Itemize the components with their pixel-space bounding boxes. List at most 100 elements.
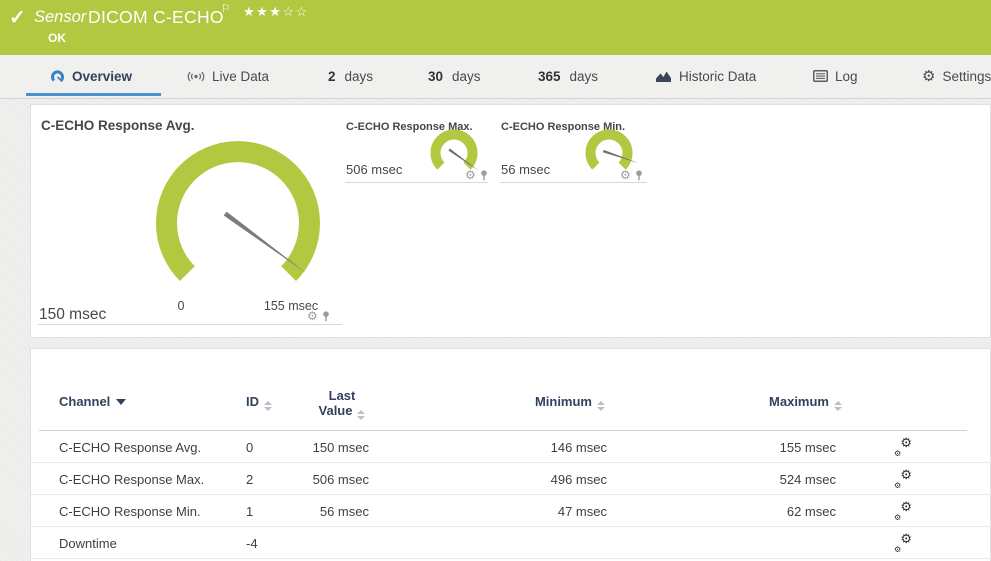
table-row[interactable]: C-ECHO Response Avg. 0 150 msec 146 msec… [31,431,991,463]
gauge-min-actions[interactable]: ⚙ [620,169,643,181]
column-header-minimum[interactable]: Minimum [455,394,605,411]
gauge-avg-value: 150 msec [39,306,106,324]
table-row[interactable]: C-ECHO Response Max. 2 506 msec 496 msec… [31,463,991,495]
cell-maximum: 62 msec [686,504,836,519]
sensor-title: DICOM C-ECHO [88,7,224,28]
sensor-header: ✓ Sensor DICOM C-ECHO ⚐ ★★★☆☆ OK [0,0,991,55]
header-label: Maximum [769,394,829,409]
gear-icon: ⚙ [894,545,901,554]
cell-minimum: 496 msec [457,472,607,487]
gauge-avg-actions[interactable]: ⚙ [307,310,330,322]
tab-log[interactable]: Log [813,55,858,97]
channel-settings-button[interactable]: ⚙⚙ [895,470,912,490]
gear-icon: ⚙ [894,449,901,458]
cell-id: 1 [246,504,253,519]
gauge-settings-gear-icon[interactable]: ⚙ [620,169,631,181]
cell-id: -4 [246,536,258,551]
tab-number: 30 [428,69,443,84]
header-label: Channel [59,394,110,409]
gear-icon: ⚙ [900,435,912,451]
tab-label: days [570,69,599,84]
column-header-id[interactable]: ID [246,394,272,411]
status-badge: OK [48,31,66,45]
cell-last-value: 506 msec [269,472,369,487]
sort-desc-icon [116,399,126,405]
active-tab-underline [26,93,161,96]
sort-icon [357,410,365,420]
gauge-max-actions[interactable]: ⚙ [465,169,488,181]
gauge-scale-min: 0 [161,299,201,313]
table-row[interactable]: C-ECHO Response Min. 1 56 msec 47 msec 6… [31,495,991,527]
tab-label: days [452,69,481,84]
header-label: Value [319,403,353,418]
status-ok-check-icon: ✓ [9,5,26,30]
cell-id: 2 [246,472,253,487]
cell-maximum: 524 msec [686,472,836,487]
divider [38,324,342,325]
header-label: Minimum [535,394,592,409]
live-broadcast-icon [187,70,205,83]
gauge-max-value: 506 msec [346,162,402,177]
header-label: Last [329,388,356,403]
gear-icon: ⚙ [900,467,912,483]
channel-settings-button[interactable]: ⚙⚙ [895,534,912,554]
sort-icon [264,401,272,411]
cell-minimum: 47 msec [457,504,607,519]
gear-icon: ⚙ [894,513,901,522]
divider [500,182,647,183]
pin-icon[interactable] [322,311,330,322]
tab-historic-data[interactable]: Historic Data [655,55,756,97]
tab-number: 2 [328,69,336,84]
sort-icon [597,401,605,411]
tab-number: 365 [538,69,561,84]
pin-icon[interactable] [635,170,643,181]
column-header-channel[interactable]: Channel [59,394,126,409]
cell-channel: Downtime [59,536,117,551]
gear-icon: ⚙ [900,531,912,547]
gauge-settings-gear-icon[interactable]: ⚙ [465,169,476,181]
tab-label: Overview [72,69,132,84]
gauge-settings-gear-icon[interactable]: ⚙ [307,310,318,322]
gauges-panel: C-ECHO Response Avg. 0 155 msec 150 msec… [30,104,991,338]
tab-settings[interactable]: ⚙ Settings [922,55,991,97]
object-kind-label: Sensor [34,8,86,27]
divider [345,182,488,183]
cell-channel: C-ECHO Response Min. [59,504,201,519]
cell-id: 0 [246,440,253,455]
table-row[interactable]: Downtime -4 ⚙⚙ [31,527,991,559]
tab-label: days [345,69,374,84]
tab-2-days[interactable]: 2 days [328,55,373,97]
tab-overview[interactable]: Overview [50,55,132,97]
tab-bar: Overview Live Data 2 days 30 days 365 da… [0,55,991,99]
gear-icon: ⚙ [922,67,935,85]
priority-stars[interactable]: ★★★☆☆ [243,4,309,20]
channel-settings-button[interactable]: ⚙⚙ [895,438,912,458]
cell-maximum: 155 msec [686,440,836,455]
gauge-min-value: 56 msec [501,162,550,177]
gear-icon: ⚙ [900,499,912,515]
tab-label: Live Data [212,69,269,84]
flag-icon: ⚐ [221,2,231,15]
tab-label: Log [835,69,858,84]
tab-label: Settings [942,69,991,84]
channels-panel: Channel ID Last Value Minimum Maximum C-… [30,348,991,561]
header-label: ID [246,394,259,409]
column-header-maximum[interactable]: Maximum [692,394,842,411]
tab-30-days[interactable]: 30 days [428,55,481,97]
tab-live-data[interactable]: Live Data [187,55,269,97]
tab-365-days[interactable]: 365 days [538,55,598,97]
log-list-icon [813,70,828,82]
column-header-last-value[interactable]: Last Value [292,388,392,420]
channel-settings-button[interactable]: ⚙⚙ [895,502,912,522]
sort-icon [834,401,842,411]
pin-icon[interactable] [480,170,488,181]
response-avg-gauge[interactable] [148,133,328,301]
gear-icon: ⚙ [894,481,901,490]
area-chart-icon [655,70,672,83]
cell-channel: C-ECHO Response Max. [59,472,204,487]
gauge-avg-title: C-ECHO Response Avg. [41,118,195,133]
cell-last-value: 56 msec [269,504,369,519]
cell-channel: C-ECHO Response Avg. [59,440,201,455]
cell-minimum: 146 msec [457,440,607,455]
tab-label: Historic Data [679,69,756,84]
